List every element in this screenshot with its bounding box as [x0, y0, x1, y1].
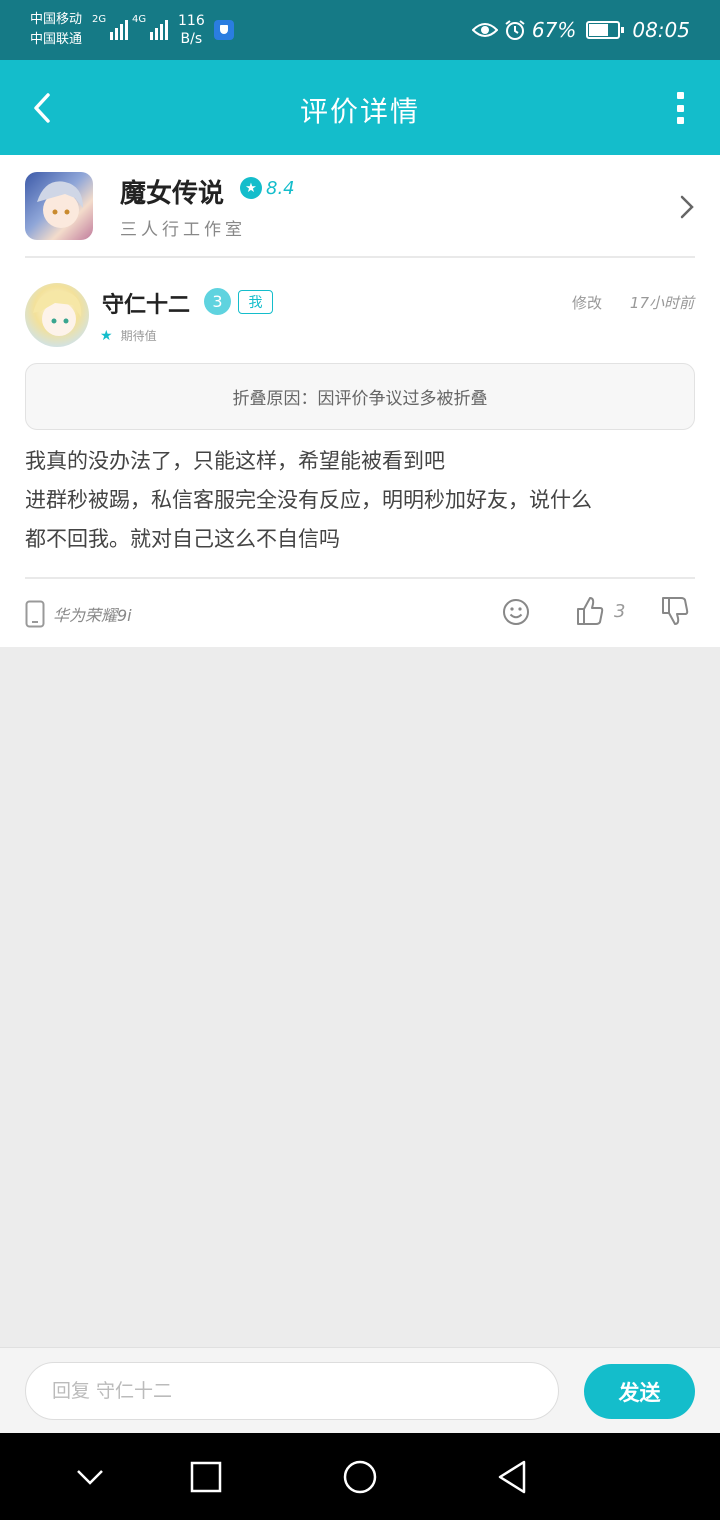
- signal-1-icon: 2G: [92, 14, 129, 40]
- thumbs-down-icon[interactable]: [660, 596, 690, 626]
- speed-value: 116: [178, 13, 205, 29]
- nav-collapse-button[interactable]: [68, 1455, 112, 1499]
- review-footer: 华为荣耀9i 3: [0, 580, 720, 647]
- nav-back-button[interactable]: [490, 1455, 534, 1499]
- game-rating: ★ 8.4: [240, 177, 295, 199]
- game-info-row[interactable]: 魔女传说 ★ 8.4 三人行工作室: [0, 155, 720, 257]
- reply-bar: 发送: [0, 1347, 720, 1433]
- review-line: 我真的没办法了，只能这样，希望能被看到吧: [25, 449, 445, 473]
- expect-rating: ★ 期待值: [100, 327, 157, 344]
- review-time: 17小时前: [629, 294, 694, 312]
- game-icon: [25, 172, 93, 240]
- nav-back-icon: [498, 1460, 526, 1494]
- device-name: 华为荣耀9i: [53, 606, 132, 625]
- star-icon: ★: [100, 327, 113, 344]
- battery-fill: [589, 24, 609, 36]
- level-badge: 3: [204, 288, 231, 315]
- edit-link[interactable]: 修改: [572, 292, 602, 313]
- review-card: 魔女传说 ★ 8.4 三人行工作室 守仁十二 3 我 修改 17小时前 ★ 期待…: [0, 155, 720, 647]
- developer-name: 三人行工作室: [120, 220, 246, 240]
- battery-icon: [586, 21, 625, 39]
- game-name: 魔女传说: [120, 179, 225, 209]
- carrier-1: 中国移动: [30, 12, 83, 27]
- like-count: 3: [614, 600, 626, 622]
- eye-icon: [471, 23, 498, 37]
- chevron-right-icon: [680, 195, 694, 219]
- shield-icon: [214, 20, 234, 40]
- status-right: 67% 08:05: [471, 14, 690, 46]
- divider: [25, 577, 695, 579]
- expect-label: 期待值: [120, 329, 157, 343]
- status-bar: 中国移动 中国联通 2G 4G 116 B/s 67% 08:05: [0, 0, 720, 60]
- nav-home-icon: [343, 1460, 377, 1494]
- fold-reason-box: 折叠原因：因评价争议过多被折叠: [25, 363, 695, 430]
- alarm-icon: [505, 20, 525, 40]
- rating-value: 8.4: [266, 177, 295, 199]
- chevron-down-icon: [77, 1470, 103, 1485]
- carrier-labels: 中国移动 中国联通: [30, 10, 82, 50]
- star-icon: ★: [240, 177, 262, 199]
- clock: 08:05: [632, 18, 690, 42]
- me-tag: 我: [238, 290, 273, 314]
- review-line: 进群秒被踢，私信客服完全没有反应，明明秒加好友，说什么: [25, 488, 592, 512]
- title-bar: 评价详情: [0, 60, 720, 155]
- review-line: 都不回我。就对自己这么不自信吗: [25, 527, 340, 551]
- carrier-2: 中国联通: [30, 32, 83, 47]
- battery-percent: 67%: [531, 18, 577, 42]
- review-text: 我真的没办法了，只能这样，希望能被看到吧 进群秒被踢，私信客服完全没有反应，明明…: [25, 442, 697, 559]
- more-vertical-icon[interactable]: [674, 92, 686, 124]
- network-2-label: 4G: [132, 14, 147, 25]
- nav-home-button[interactable]: [338, 1455, 382, 1499]
- user-name[interactable]: 守仁十二: [102, 287, 190, 319]
- network-speed: 116 B/s: [178, 12, 205, 48]
- like-button[interactable]: 3: [576, 596, 625, 626]
- phone-icon: [25, 600, 45, 628]
- speed-unit: B/s: [180, 31, 203, 47]
- reply-input[interactable]: [25, 1362, 559, 1420]
- avatar[interactable]: [25, 283, 89, 347]
- nav-recent-icon: [190, 1461, 222, 1493]
- thumbs-up-icon: [577, 597, 604, 625]
- emoji-icon[interactable]: [502, 598, 530, 626]
- page-title: 评价详情: [299, 95, 420, 128]
- network-1-label: 2G: [92, 14, 107, 25]
- nav-recent-button[interactable]: [184, 1455, 228, 1499]
- divider: [25, 256, 695, 258]
- device-info: 华为荣耀9i: [25, 600, 132, 628]
- signal-2-icon: 4G: [132, 14, 169, 40]
- send-button[interactable]: 发送: [584, 1364, 695, 1419]
- navigation-bar: [0, 1433, 720, 1520]
